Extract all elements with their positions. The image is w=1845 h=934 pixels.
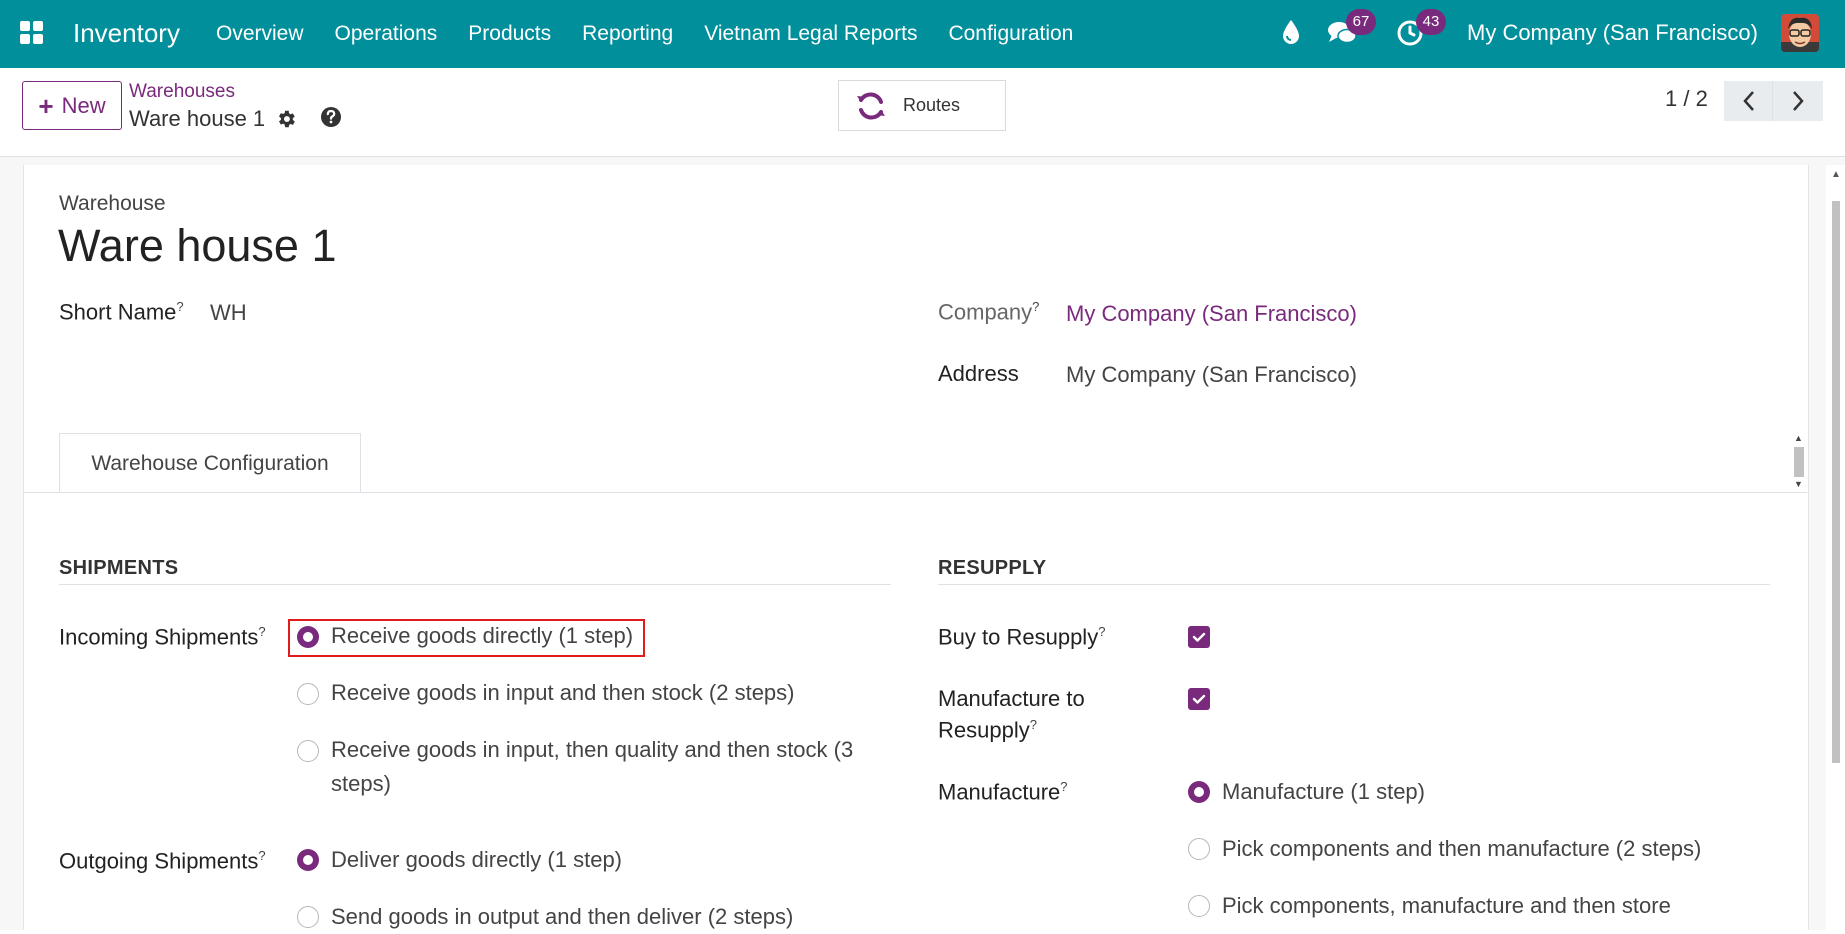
manufacture-to-resupply-label-line2: Resupply?: [938, 717, 1037, 743]
highlight-annotation: [288, 619, 645, 657]
help-marker: ?: [258, 624, 266, 639]
new-button-label: New: [61, 92, 106, 118]
help-marker: ?: [1098, 624, 1106, 639]
menu-overview[interactable]: Overview: [216, 22, 304, 46]
menu-operations[interactable]: Operations: [335, 22, 438, 46]
incoming-option-2-label[interactable]: Receive goods in input and then stock (2…: [331, 676, 795, 710]
manufacture-to-resupply-label: Manufacture to: [938, 686, 1085, 711]
company-field[interactable]: My Company (San Francisco): [1066, 301, 1357, 327]
menu-vietnam-legal-reports[interactable]: Vietnam Legal Reports: [704, 22, 917, 46]
manufacture-option-2-radio[interactable]: [1188, 838, 1210, 860]
record-type-label: Warehouse: [59, 192, 166, 215]
scroll-up-arrow-icon[interactable]: ▲: [1794, 433, 1803, 443]
manufacture-option-1-radio[interactable]: [1188, 781, 1210, 803]
company-label: Company?: [938, 299, 1040, 325]
main-menu: Overview Operations Products Reporting V…: [216, 0, 1104, 68]
pager-previous-button[interactable]: [1724, 81, 1774, 121]
buy-to-resupply-checkbox[interactable]: [1188, 626, 1210, 648]
outgoing-shipments-label: Outgoing Shipments?: [59, 848, 266, 874]
chevron-right-icon: [1793, 91, 1804, 111]
chevron-left-icon: [1743, 91, 1754, 111]
outgoing-option-2-radio[interactable]: [297, 906, 319, 928]
help-marker: ?: [1032, 299, 1040, 314]
plus-icon: +: [38, 90, 54, 121]
help-marker: ?: [258, 848, 266, 863]
scroll-down-arrow-icon[interactable]: ▼: [1794, 479, 1803, 489]
warehouse-name-field[interactable]: Ware house 1: [58, 220, 336, 272]
manufacture-option-3-radio[interactable]: [1188, 895, 1210, 917]
scroll-up-arrow-icon[interactable]: ▲: [1831, 169, 1841, 180]
address-field[interactable]: My Company (San Francisco): [1066, 362, 1357, 388]
pager-value[interactable]: 1 / 2: [1665, 86, 1708, 112]
manufacture-to-resupply-checkbox[interactable]: [1188, 688, 1210, 710]
tab-warehouse-configuration[interactable]: Warehouse Configuration: [59, 433, 361, 493]
messages-count-badge: 67: [1346, 9, 1376, 35]
short-name-field[interactable]: WH: [210, 300, 247, 326]
buy-to-resupply-label: Buy to Resupply?: [938, 624, 1106, 650]
breadcrumb-current: Ware house 1: [129, 106, 266, 131]
shipments-section-title: SHIPMENTS: [59, 557, 179, 579]
form-sheet: [23, 165, 1809, 930]
help-marker: ?: [176, 299, 184, 314]
checkmark-icon: [1192, 632, 1206, 642]
routes-smart-button[interactable]: Routes: [838, 80, 1006, 131]
manufacture-option-2-label[interactable]: Pick components and then manufacture (2 …: [1222, 832, 1701, 866]
routes-label: Routes: [903, 95, 961, 115]
help-marker: ?: [1029, 717, 1037, 732]
breadcrumb-warehouses[interactable]: Warehouses: [129, 81, 235, 103]
incoming-option-3-radio[interactable]: [297, 740, 319, 762]
manufacture-option-1-label[interactable]: Manufacture (1 step): [1222, 775, 1425, 809]
company-switcher[interactable]: My Company (San Francisco): [1467, 20, 1758, 46]
help-marker: ?: [1060, 779, 1068, 794]
tab-scrollbar[interactable]: ▲ ▼: [1792, 433, 1806, 493]
incoming-shipments-label: Incoming Shipments?: [59, 624, 266, 650]
resupply-section-title: RESUPPLY: [938, 557, 1047, 579]
tab-divider: [23, 492, 1807, 493]
incoming-option-3-label[interactable]: Receive goods in input, then quality and…: [331, 733, 876, 801]
checkmark-icon: [1192, 694, 1206, 704]
avatar[interactable]: [1781, 14, 1819, 52]
section-divider: [59, 584, 891, 585]
menu-reporting[interactable]: Reporting: [582, 22, 673, 46]
apps-grid-icon[interactable]: [20, 21, 44, 45]
gear-icon[interactable]: [275, 108, 297, 130]
main-scrollbar[interactable]: ▲: [1826, 165, 1845, 930]
scrollbar-thumb[interactable]: [1832, 201, 1840, 763]
activities-count-badge: 43: [1416, 9, 1446, 35]
app-name[interactable]: Inventory: [73, 18, 180, 49]
drop-icon[interactable]: [1281, 18, 1301, 46]
new-button[interactable]: + New: [22, 81, 122, 130]
manufacture-option-3-label[interactable]: Pick components, manufacture and then st…: [1222, 889, 1671, 923]
outgoing-option-1-radio[interactable]: [297, 849, 319, 871]
refresh-icon: [857, 92, 885, 119]
outgoing-option-1-label[interactable]: Deliver goods directly (1 step): [331, 843, 622, 877]
help-icon[interactable]: [320, 106, 342, 128]
control-panel: + New Warehouses Ware house 1 Routes 1 /…: [0, 68, 1845, 157]
outgoing-option-2-label[interactable]: Send goods in output and then deliver (2…: [331, 900, 793, 934]
short-name-label: Short Name?: [59, 299, 184, 325]
menu-configuration[interactable]: Configuration: [948, 22, 1073, 46]
pager-next-button[interactable]: [1772, 81, 1823, 121]
menu-products[interactable]: Products: [468, 22, 551, 46]
top-navbar: Inventory Overview Operations Products R…: [0, 0, 1845, 68]
scrollbar-thumb[interactable]: [1794, 447, 1804, 477]
section-divider: [938, 584, 1770, 585]
incoming-option-2-radio[interactable]: [297, 683, 319, 705]
address-label: Address: [938, 361, 1019, 386]
manufacture-label: Manufacture?: [938, 779, 1068, 805]
